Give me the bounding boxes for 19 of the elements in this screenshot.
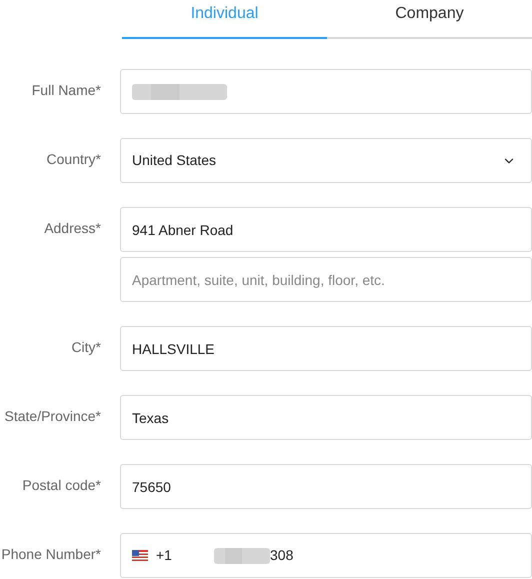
field-label: State/Province* [4,407,101,426]
input-field[interactable]: Texas [120,395,532,440]
field-label: Full Name* [30,81,101,100]
input-field[interactable]: 941 Abner Road [120,207,532,252]
input-field[interactable]: Apartment, suite, unit, building, floor, etc. [120,257,532,302]
phone-number: 308 [270,546,294,565]
field-label: Postal code* [21,476,101,495]
input-field[interactable] [120,69,532,114]
phone-field[interactable]: +1 308 [120,533,532,578]
country-select[interactable]: United States [120,138,532,183]
field-label: City* [70,338,101,357]
field-label: Phone Number* [0,545,101,564]
flag-icon [132,550,148,561]
field-label: Address* [43,219,101,238]
tab[interactable]: Company [327,0,532,39]
input-field[interactable]: 75650 [120,464,532,509]
country-code: +1 [156,546,173,565]
input-field[interactable]: HALLSVILLE [120,326,532,371]
field-label: Country* [46,150,101,169]
